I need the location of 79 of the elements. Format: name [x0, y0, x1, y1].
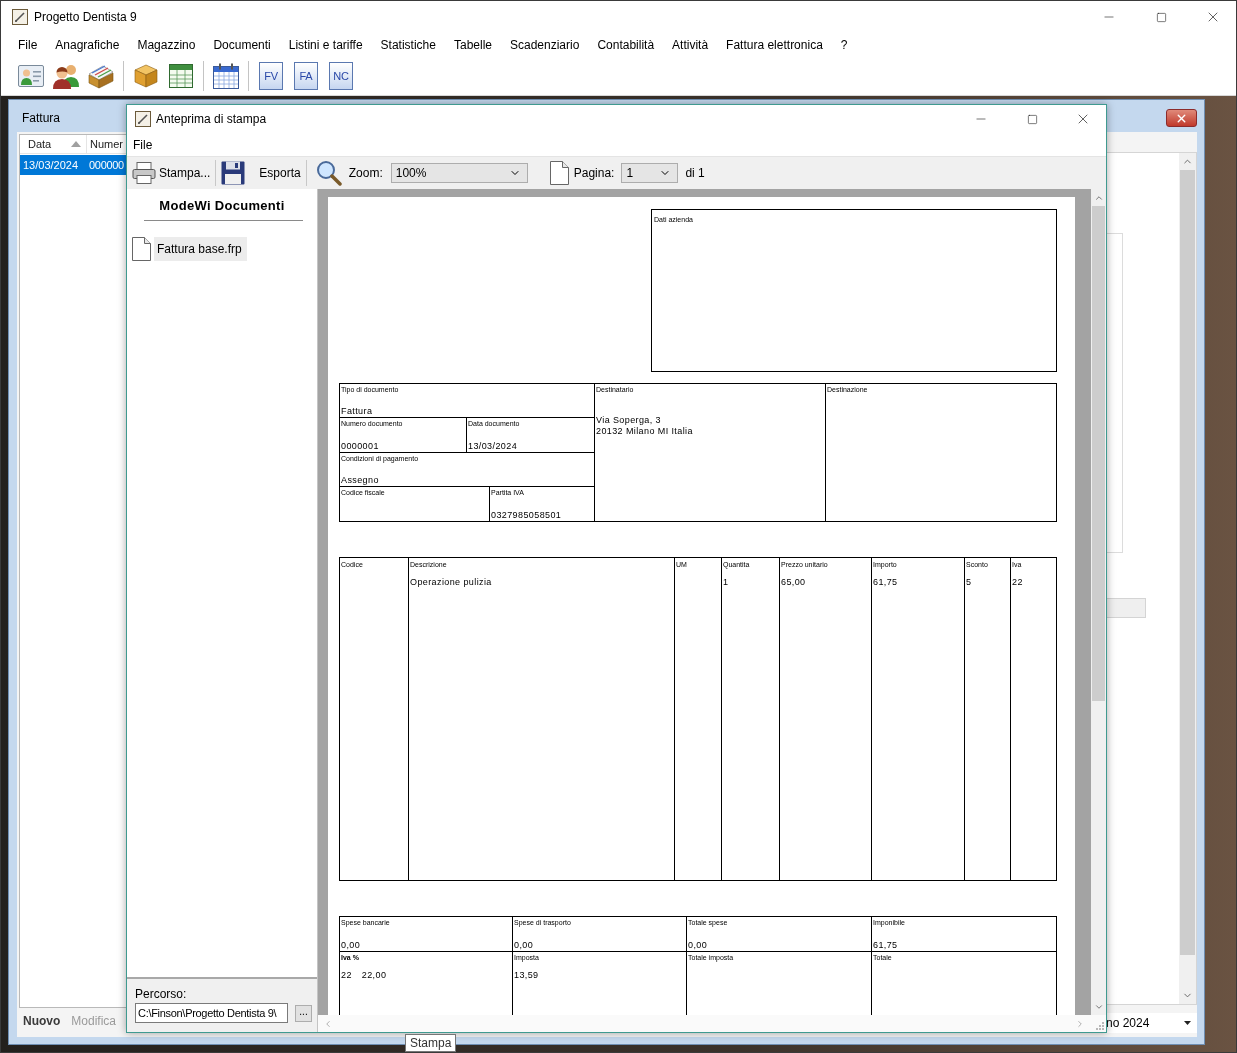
menu-item[interactable]: Tabelle: [444, 34, 501, 55]
field-label: Percorso:: [135, 987, 188, 1001]
scrollbar[interactable]: [318, 1015, 1091, 1032]
page-count: di 1: [685, 166, 705, 180]
menu-item[interactable]: Magazzino: [128, 34, 205, 55]
resize-grip-icon: [1095, 1021, 1104, 1030]
magnifier-icon: [315, 160, 342, 186]
address-line: 20132 Milano MI Italia: [596, 426, 694, 437]
path-field[interactable]: C:\Finson\Progetto Dentista 9\: [135, 1003, 288, 1023]
field-value: Fattura: [341, 406, 374, 418]
box-icon: [132, 62, 160, 89]
document-button[interactable]: NC: [329, 61, 353, 90]
tooltip: Stampa: [405, 1034, 457, 1052]
table-cell-text: 65,00: [781, 577, 807, 588]
menu-item[interactable]: Attività: [663, 34, 718, 55]
field-value: 22,00: [361, 970, 387, 981]
menu-item[interactable]: File: [128, 134, 158, 155]
page-icon: [549, 161, 569, 185]
page-select[interactable]: 1: [621, 163, 679, 183]
address-line: Via Soperga, 3: [596, 415, 662, 426]
maximize-icon: [1026, 113, 1038, 125]
field-value: 0,00: [341, 940, 361, 951]
scrollbar-thumb[interactable]: [1180, 170, 1195, 955]
browse-button[interactable]: ...: [295, 1004, 312, 1022]
column-header[interactable]: Data: [20, 135, 87, 153]
window-title: Fattura: [22, 111, 60, 125]
menu-item[interactable]: Statistiche: [371, 34, 445, 55]
printer-icon: [132, 161, 156, 185]
field-value: 0,00: [688, 940, 708, 951]
table-cell-text: 000000: [88, 159, 125, 171]
file-icon: [132, 237, 151, 261]
menu-item[interactable]: ?: [831, 34, 857, 55]
close-button[interactable]: [1166, 109, 1197, 127]
menu-item[interactable]: Scadenziario: [501, 34, 589, 55]
field-value: 0327985058501: [491, 510, 563, 521]
zoom-select[interactable]: 100%: [390, 163, 528, 183]
page-label: Pagina:: [573, 166, 615, 180]
menu-item[interactable]: File: [9, 34, 47, 55]
menu-item[interactable]: Fattura elettronica: [717, 34, 832, 55]
field-value: 13,59: [514, 970, 539, 981]
scroll-right-icon: [1075, 1018, 1085, 1029]
spreadsheet-icon: [169, 63, 193, 88]
menu-item[interactable]: Documenti: [204, 34, 280, 55]
window-title: Progetto Dentista 9: [34, 10, 137, 24]
menu-item[interactable]: Contabilità: [588, 34, 664, 55]
zoom-label: Zoom:: [348, 166, 383, 180]
menu-item[interactable]: Anagrafiche: [46, 34, 129, 55]
document-button[interactable]: FA: [294, 61, 318, 90]
toolbar-button[interactable]: Nuovo: [23, 1013, 61, 1028]
people-icon: [51, 62, 81, 89]
table-cell-text: 5: [966, 577, 973, 588]
contact-card-icon: [18, 64, 44, 87]
field-value: 61,75: [873, 940, 898, 951]
field-value: 0,00: [514, 940, 534, 951]
list-item[interactable]: Fattura base.frp: [154, 237, 247, 261]
table-cell-text: Operazione pulizia: [410, 577, 493, 588]
table-cell-text: 1: [723, 577, 730, 588]
table-cell-text: 13/03/2024: [22, 159, 80, 171]
sort-up-icon: [71, 141, 81, 147]
pencil-icon: [135, 111, 151, 127]
scroll-left-icon: [323, 1018, 333, 1029]
panel-heading: ModeWi Documenti: [158, 198, 286, 213]
pencil-icon: [12, 9, 28, 25]
field-value: Assegno: [341, 474, 380, 486]
field-value: 22: [341, 970, 352, 981]
export-button[interactable]: Esporta: [217, 158, 305, 188]
table-cell-text: 22: [1012, 577, 1024, 588]
maximize-icon: [1155, 11, 1167, 23]
window-title: Anteprima di stampa: [156, 112, 267, 126]
scrollbar[interactable]: [1179, 153, 1196, 1004]
scrollbar-thumb[interactable]: [1092, 206, 1105, 701]
field-value: 0000001: [341, 440, 380, 452]
table-cell-text: 61,75: [873, 577, 899, 588]
dropdown-arrow-icon: [1184, 1021, 1191, 1025]
scrollbar[interactable]: [1091, 189, 1106, 1015]
document-button[interactable]: FV: [259, 61, 283, 90]
menu-item[interactable]: Listini e tariffe: [279, 34, 372, 55]
calendar-icon: [213, 62, 239, 89]
field-value: 13/03/2024: [468, 440, 519, 452]
